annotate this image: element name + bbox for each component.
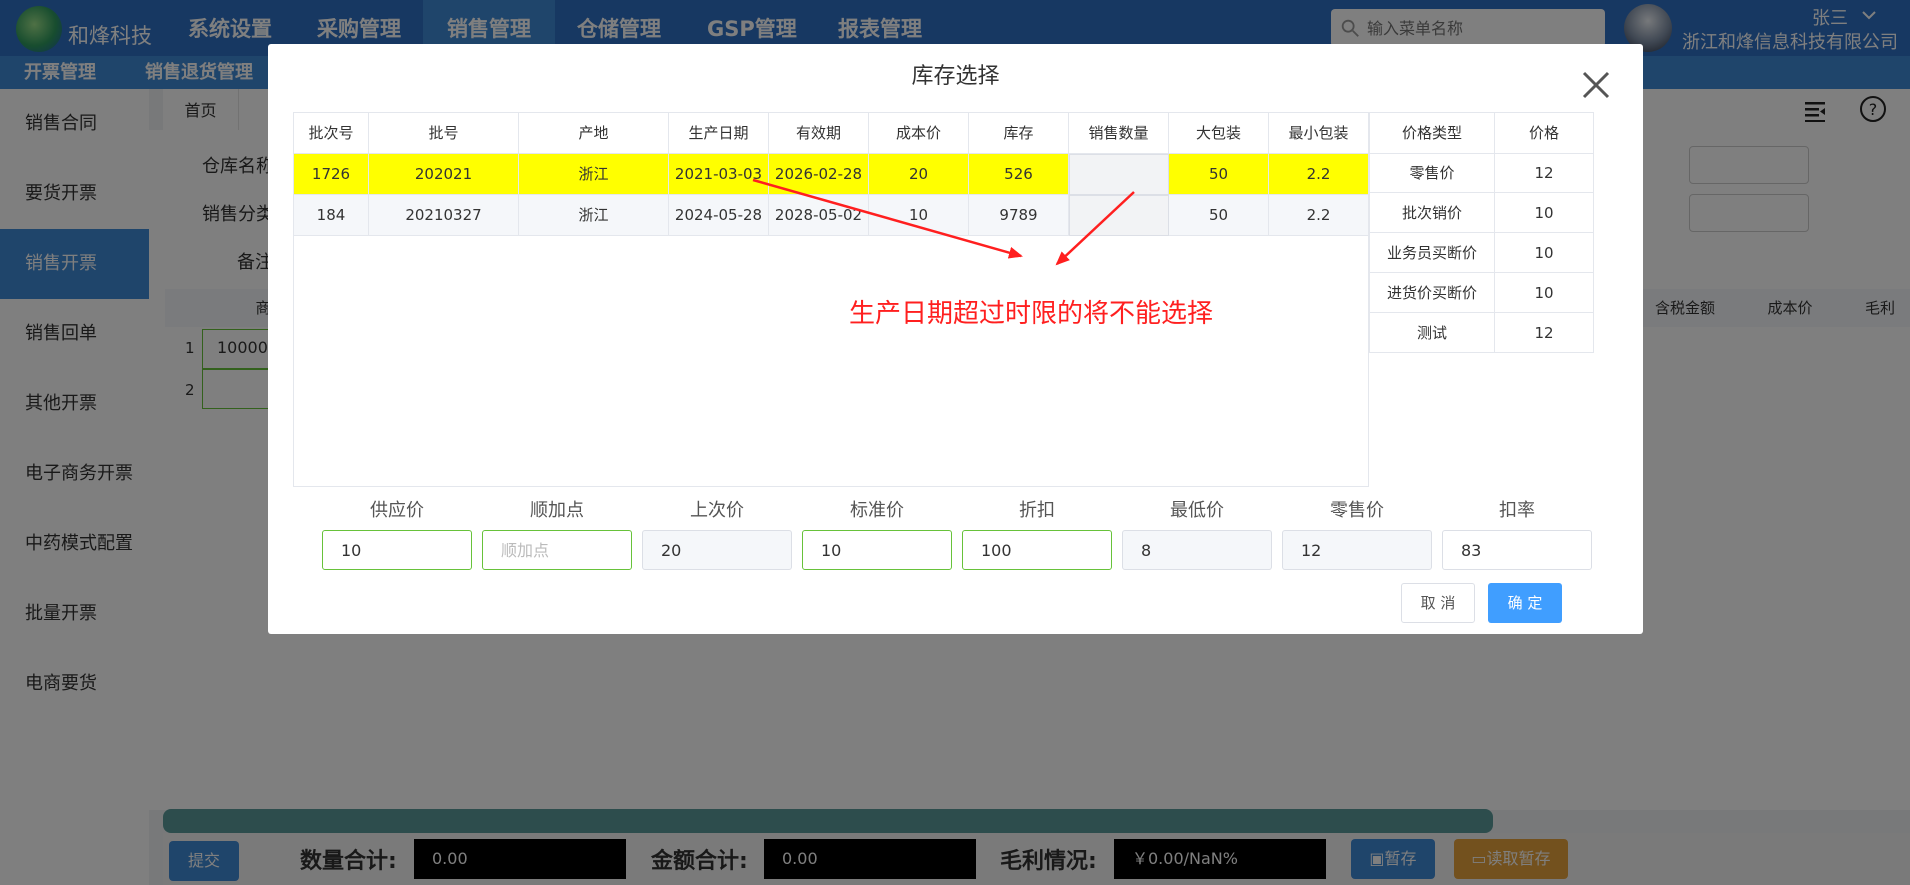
deduction-rate-input[interactable] <box>1442 530 1592 570</box>
cell-price-type: 测试 <box>1370 313 1495 353</box>
retail-price-input[interactable] <box>1282 530 1432 570</box>
supply-price-input[interactable] <box>322 530 472 570</box>
cell-price: 10 <box>1495 233 1594 273</box>
cancel-button[interactable]: 取 消 <box>1401 583 1475 623</box>
cell-price-type: 业务员买断价 <box>1370 233 1495 273</box>
label-last-price: 上次价 <box>690 500 744 521</box>
discount-input[interactable] <box>962 530 1112 570</box>
close-icon[interactable] <box>1580 69 1612 101</box>
th-big-pack: 大包装 <box>1169 113 1269 154</box>
batch-row[interactable]: 184 20210327 浙江 2024-05-28 2028-05-02 10… <box>294 195 1369 236</box>
th-price-type: 价格类型 <box>1370 113 1495 154</box>
cell-cost-price: 10 <box>869 195 969 236</box>
label-min-price: 最低价 <box>1170 500 1224 521</box>
cell-min-pack: 2.2 <box>1269 154 1369 195</box>
cell-production-date: 2024-05-28 <box>669 195 769 236</box>
th-stock: 库存 <box>969 113 1069 154</box>
cell-min-pack: 2.2 <box>1269 195 1369 236</box>
cell-big-pack: 50 <box>1169 154 1269 195</box>
cell-batch-id: 184 <box>294 195 369 236</box>
cell-price: 12 <box>1495 313 1594 353</box>
cell-origin: 浙江 <box>519 154 669 195</box>
cell-price: 12 <box>1495 153 1594 193</box>
th-lot-number: 批号 <box>369 113 519 154</box>
annotation-text: 生产日期超过时限的将不能选择 <box>849 299 1214 329</box>
th-price: 价格 <box>1495 113 1594 154</box>
th-expiry-date: 有效期 <box>769 113 869 154</box>
cell-expiry-date: 2028-05-02 <box>769 195 869 236</box>
dialog-title: 库存选择 <box>911 64 1000 89</box>
th-min-pack: 最小包装 <box>1269 113 1369 154</box>
th-batch-id: 批次号 <box>294 113 369 154</box>
sale-quantity-input[interactable] <box>1069 154 1169 195</box>
cell-expiry-date: 2026-02-28 <box>769 154 869 195</box>
batch-row[interactable]: 1726 202021 浙江 2021-03-03 2026-02-28 20 … <box>294 154 1369 195</box>
cell-cost-price: 20 <box>869 154 969 195</box>
th-sale-quantity: 销售数量 <box>1069 113 1169 154</box>
cell-price-type: 进货价买断价 <box>1370 273 1495 313</box>
label-retail-price: 零售价 <box>1330 500 1384 521</box>
label-markup-point: 顺加点 <box>530 500 584 521</box>
standard-price-input[interactable] <box>802 530 952 570</box>
th-cost-price: 成本价 <box>869 113 969 154</box>
label-deduction-rate: 扣率 <box>1499 500 1535 521</box>
cell-price: 10 <box>1495 273 1594 313</box>
confirm-button[interactable]: 确 定 <box>1488 583 1562 623</box>
cell-stock: 526 <box>969 154 1069 195</box>
price-type-table: 价格类型 价格 零售价 12 批次销价 10 业务员买断价 10 进货价买断价 … <box>1369 112 1594 353</box>
cell-stock: 9789 <box>969 195 1069 236</box>
label-standard-price: 标准价 <box>850 500 904 521</box>
cell-lot-number: 20210327 <box>369 195 519 236</box>
cell-lot-number: 202021 <box>369 154 519 195</box>
min-price-input[interactable] <box>1122 530 1272 570</box>
sale-quantity-input[interactable] <box>1069 195 1169 236</box>
label-discount: 折扣 <box>1019 500 1055 521</box>
markup-point-input[interactable] <box>482 530 632 570</box>
cell-price-type: 零售价 <box>1370 153 1495 193</box>
cell-production-date: 2021-03-03 <box>669 154 769 195</box>
th-production-date: 生产日期 <box>669 113 769 154</box>
cell-big-pack: 50 <box>1169 195 1269 236</box>
label-supply-price: 供应价 <box>370 500 424 521</box>
cell-origin: 浙江 <box>519 195 669 236</box>
inventory-select-dialog: 库存选择 批次号 批号 产地 生产日期 有效期 成本价 库存 销售数量 大包装 … <box>268 44 1643 634</box>
cell-price-type: 批次销价 <box>1370 193 1495 233</box>
last-price-input[interactable] <box>642 530 792 570</box>
cell-price: 10 <box>1495 193 1594 233</box>
cell-batch-id: 1726 <box>294 154 369 195</box>
th-origin: 产地 <box>519 113 669 154</box>
